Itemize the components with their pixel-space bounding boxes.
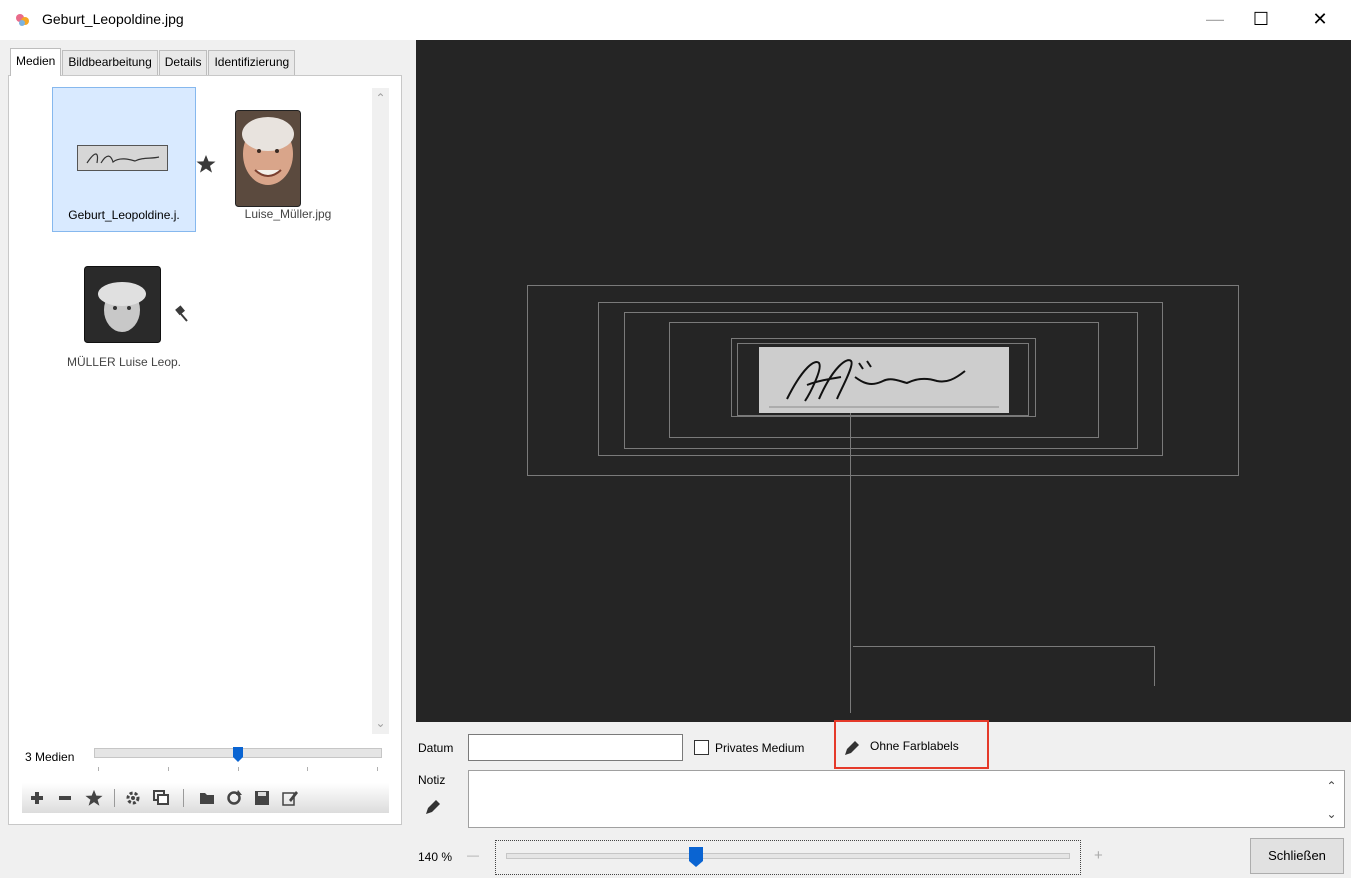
media-count: 3 Medien (25, 750, 75, 764)
notiz-field[interactable]: ⌃ ⌄ (468, 770, 1345, 828)
maximize-button[interactable]: ☐ (1238, 0, 1284, 38)
zoom-slider-knob[interactable] (689, 847, 703, 867)
toolbar-separator (114, 789, 115, 807)
slider-tick (98, 767, 99, 771)
tab-bildbearbeitung[interactable]: Bildbearbeitung (62, 50, 158, 75)
private-label[interactable]: Privates Medium (715, 741, 804, 755)
slider-tick (307, 767, 308, 771)
image-viewer[interactable] (416, 40, 1351, 722)
refresh-icon[interactable] (225, 789, 243, 807)
star-icon[interactable] (85, 789, 103, 807)
thumbnail-portrait-old (84, 266, 161, 343)
settings-icon[interactable] (124, 789, 142, 807)
notiz-scrollbar[interactable]: ⌃ ⌄ (1319, 771, 1344, 827)
datum-label: Datum (418, 741, 454, 755)
media-scrollbar[interactable]: ⌃ ⌄ (372, 88, 389, 734)
zoom-in-icon[interactable]: + (1094, 847, 1103, 864)
slider-tick (377, 767, 378, 771)
pencil-icon (845, 741, 859, 755)
notiz-edit-icon[interactable] (424, 798, 442, 816)
folder-icon[interactable] (198, 789, 216, 807)
datum-field[interactable] (468, 734, 683, 761)
farblabel-button[interactable]: Ohne Farblabels (834, 720, 989, 769)
window-title: Geburt_Leopoldine.jpg (42, 11, 184, 27)
media-caption: MÜLLER Luise Leop. (66, 355, 182, 369)
scroll-down-icon[interactable]: ⌄ (372, 715, 389, 732)
farblabel-text: Ohne Farblabels (870, 739, 959, 753)
media-toolbar (22, 783, 389, 813)
media-list: Geburt_Leopoldine.j. Luise_Müller.jpg MÜ… (10, 76, 371, 722)
media-caption: Geburt_Leopoldine.j. (68, 208, 180, 222)
app-icon (16, 14, 29, 26)
media-item-geburt[interactable]: Geburt_Leopoldine.j. (52, 87, 196, 232)
viewer-frame (853, 646, 1155, 686)
media-size-slider-knob[interactable] (233, 747, 243, 762)
copy-images-icon[interactable] (152, 789, 170, 807)
private-checkbox[interactable] (694, 740, 709, 755)
minimize-button[interactable]: — (1192, 0, 1238, 38)
thumbnail-portrait (235, 110, 301, 207)
close-window-button[interactable]: ✕ (1297, 0, 1343, 38)
slider-tick (168, 767, 169, 771)
zoom-slider-track (506, 853, 1070, 859)
signature-image (759, 347, 1009, 413)
save-icon[interactable] (253, 789, 271, 807)
tab-identifizierung[interactable]: Identifizierung (208, 50, 296, 75)
title-bar: Geburt_Leopoldine.jpg — ☐ ✕ (0, 0, 1351, 40)
scroll-up-icon[interactable]: ⌃ (372, 90, 389, 107)
scroll-up-icon[interactable]: ⌃ (1319, 779, 1344, 793)
notiz-label: Notiz (418, 773, 446, 787)
scroll-down-icon[interactable]: ⌄ (1319, 807, 1344, 821)
thumbnail-signature (77, 145, 168, 171)
tab-medien[interactable]: Medien (10, 48, 62, 76)
close-button[interactable]: Schließen (1250, 838, 1344, 874)
media-item-luise[interactable]: Luise_Müller.jpg (213, 87, 363, 232)
slider-tick (238, 767, 239, 771)
add-icon[interactable] (28, 789, 46, 807)
tab-bar: Medien Bildbearbeitung Details Identifiz… (10, 48, 296, 76)
tab-details[interactable]: Details (158, 50, 208, 75)
remove-icon[interactable] (56, 789, 74, 807)
media-caption: Luise_Müller.jpg (244, 207, 332, 221)
zoom-out-icon[interactable]: — (467, 848, 479, 862)
edit-icon[interactable] (281, 789, 299, 807)
viewer-frame (850, 413, 851, 713)
zoom-level: 140 % (418, 850, 453, 864)
toolbar-separator (183, 789, 184, 807)
zoom-slider[interactable] (495, 840, 1081, 875)
pin-icon (175, 305, 188, 322)
